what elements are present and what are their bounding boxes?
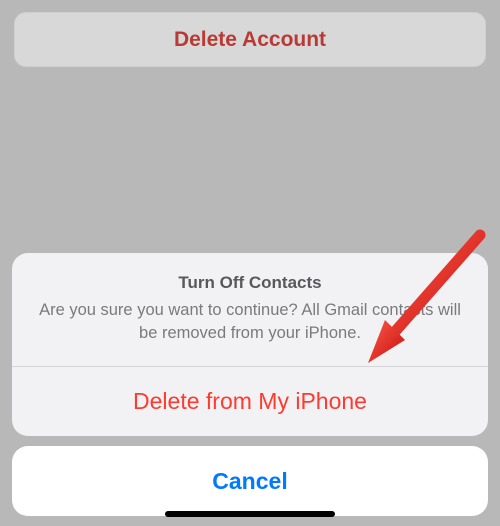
action-sheet-description: Are you sure you want to continue? All G…	[36, 299, 464, 344]
action-sheet-card: Turn Off Contacts Are you sure you want …	[12, 253, 488, 436]
action-sheet-title: Turn Off Contacts	[36, 273, 464, 293]
action-sheet: Turn Off Contacts Are you sure you want …	[0, 253, 500, 526]
delete-from-iphone-label: Delete from My iPhone	[133, 388, 367, 415]
home-indicator	[165, 511, 335, 517]
delete-account-button[interactable]: Delete Account	[14, 12, 486, 67]
delete-from-iphone-button[interactable]: Delete from My iPhone	[12, 366, 488, 436]
cancel-label: Cancel	[212, 468, 287, 495]
cancel-button[interactable]: Cancel	[12, 446, 488, 516]
action-sheet-header: Turn Off Contacts Are you sure you want …	[12, 253, 488, 366]
delete-account-label: Delete Account	[174, 28, 326, 52]
